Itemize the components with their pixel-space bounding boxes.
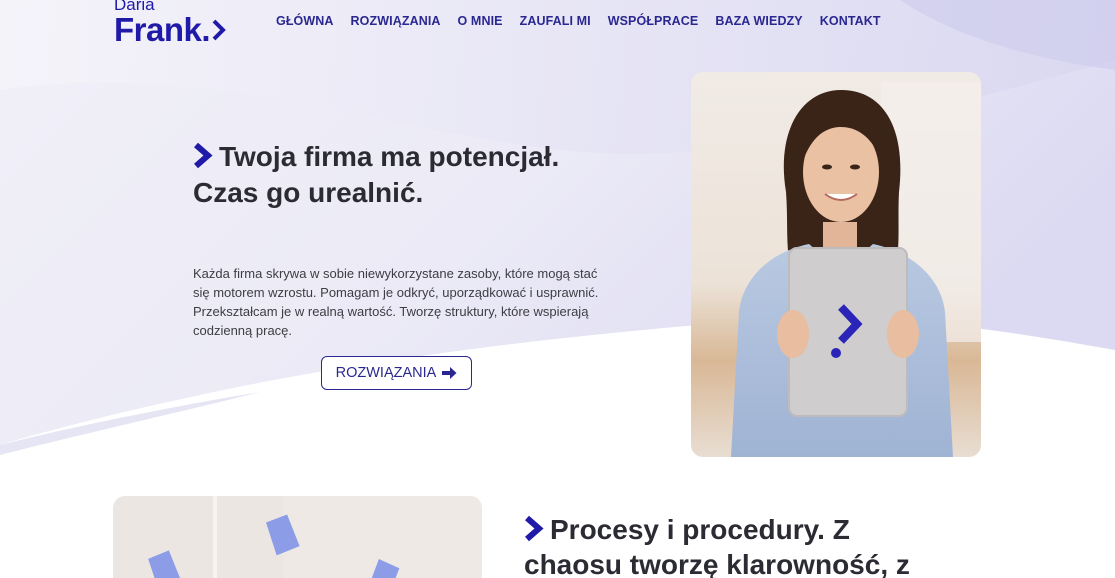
arrow-right-icon: [442, 367, 457, 379]
nav-link-wspolprace[interactable]: WSPÓŁPRACE: [608, 14, 699, 28]
brand-logo[interactable]: Daria Frank.: [114, 0, 226, 46]
solutions-button-label: ROZWIĄZANIA: [335, 365, 437, 381]
hero-heading-text: Twoja firma ma potencjał. Czas go urealn…: [193, 141, 560, 208]
logo-chevron-icon: [212, 19, 226, 40]
process-section-heading: Procesy i procedury. Z chaosu tworzę kla…: [524, 512, 994, 578]
logo-last-name: Frank.: [114, 11, 211, 48]
nav-link-rozwiazania[interactable]: ROZWIĄZANIA: [351, 14, 441, 28]
documents-illustration: [113, 496, 482, 578]
nav-link-zaufali-mi[interactable]: ZAUFALI MI: [520, 14, 591, 28]
nav-link-glowna[interactable]: GŁÓWNA: [276, 14, 334, 28]
hero-photo: [691, 72, 981, 457]
main-nav: GŁÓWNA ROZWIĄZANIA O MNIE ZAUFALI MI WSP…: [276, 14, 898, 28]
process-heading-line-2: chaosu tworzę klarowność, z: [524, 549, 910, 578]
process-section-image: [113, 496, 482, 578]
solutions-button[interactable]: ROZWIĄZANIA: [321, 356, 472, 390]
hero-heading: Twoja firma ma potencjał. Czas go urealn…: [193, 139, 573, 211]
hero-description: Każda firma skrywa w sobie niewykorzysta…: [193, 266, 599, 338]
process-heading-line-1: Procesy i procedury. Z: [550, 514, 850, 545]
chevron-right-icon: [194, 142, 213, 169]
nav-link-kontakt[interactable]: KONTAKT: [820, 14, 881, 28]
portrait-image: [691, 72, 981, 457]
logo-last-name-row: Frank.: [114, 13, 226, 46]
nav-link-o-mnie[interactable]: O MNIE: [458, 14, 503, 28]
chevron-right-icon: [525, 515, 544, 542]
nav-link-baza-wiedzy[interactable]: BAZA WIEDZY: [715, 14, 802, 28]
